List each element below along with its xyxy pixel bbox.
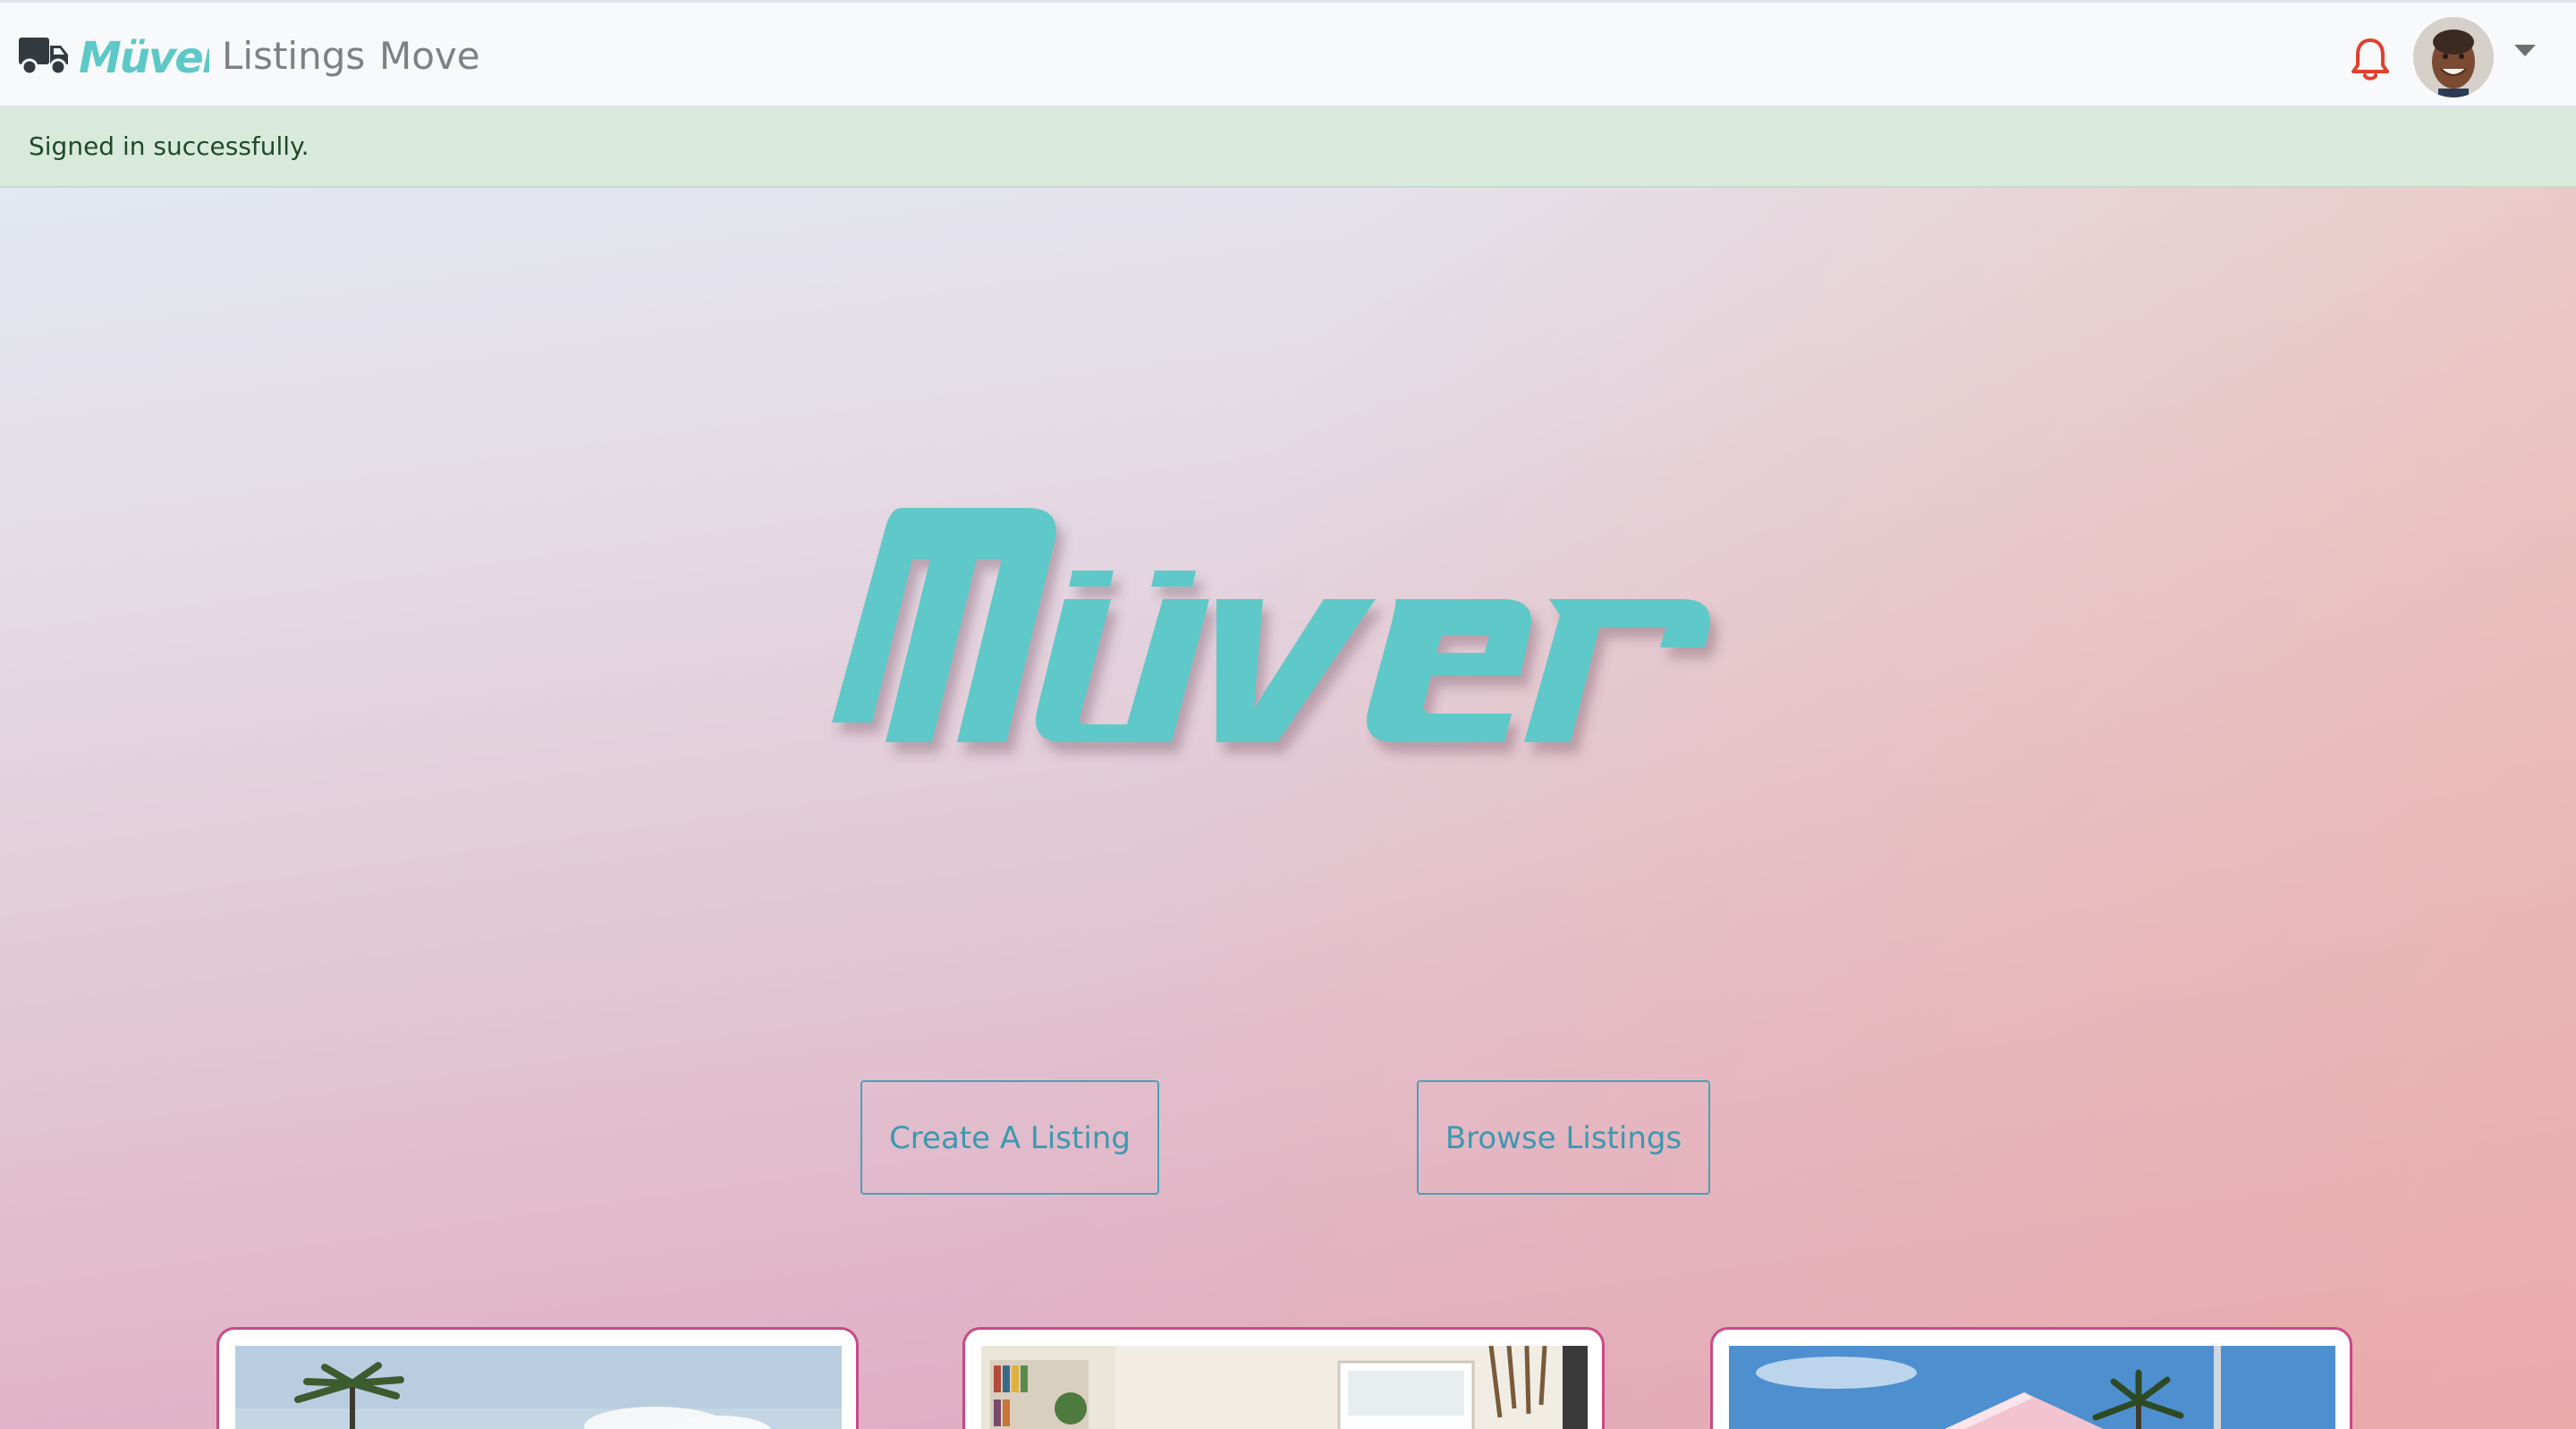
listing-card-image <box>235 1346 842 1429</box>
listing-card-image <box>1729 1346 2335 1429</box>
alert-message: Signed in successfully. <box>29 131 309 161</box>
create-listing-button[interactable]: Create A Listing <box>860 1080 1159 1195</box>
hero-section: Create A Listing Browse Listings <box>0 188 2576 1429</box>
nav-link-listings[interactable]: Listings <box>222 33 365 80</box>
listing-card[interactable] <box>962 1327 1605 1429</box>
listing-card-image <box>981 1346 1588 1429</box>
bell-icon[interactable] <box>2349 37 2392 83</box>
hero-gradient-overlay <box>0 188 2576 1429</box>
listing-card[interactable] <box>1710 1327 2352 1429</box>
user-avatar[interactable] <box>2413 17 2494 97</box>
muver-hero-logo-icon <box>832 508 1710 742</box>
browse-listings-button[interactable]: Browse Listings <box>1417 1080 1710 1195</box>
svg-text:Müver: Müver <box>79 33 209 81</box>
success-alert: Signed in successfully. <box>0 107 2576 188</box>
muver-logo-icon[interactable]: Müver <box>77 30 209 81</box>
nav-link-move[interactable]: Move <box>379 33 480 80</box>
top-navbar: Müver Listings Move <box>0 0 2576 107</box>
caret-down-icon[interactable] <box>2513 44 2537 58</box>
truck-icon[interactable] <box>18 35 70 76</box>
listing-card[interactable] <box>216 1327 859 1429</box>
